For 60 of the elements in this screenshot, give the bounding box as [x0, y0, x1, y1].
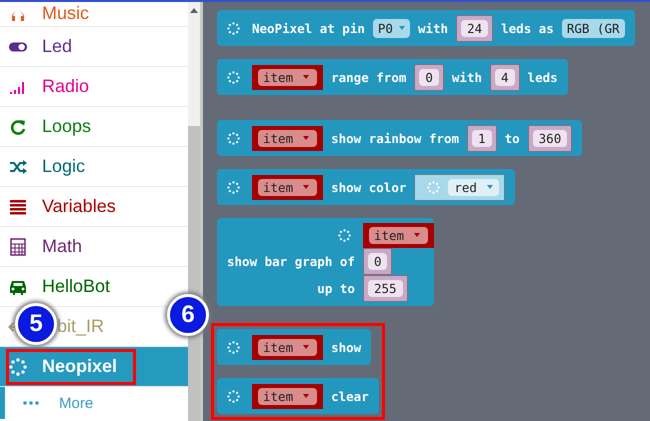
block-label: range from [331, 70, 406, 84]
scroll-up-icon[interactable] [190, 8, 198, 13]
code-block[interactable]: item show [217, 329, 372, 365]
block-label: leds as [501, 20, 554, 36]
dots-ring-icon [227, 390, 240, 402]
block-label: leds [528, 70, 558, 84]
block-label: with [452, 70, 482, 84]
variable-dropdown[interactable]: item [258, 68, 318, 86]
block-label: show bar graph of [227, 254, 355, 269]
block-label: show [331, 340, 362, 354]
mode-dropdown[interactable]: RGB (GR [562, 18, 624, 38]
number-input[interactable]: 255 [368, 280, 403, 297]
list-icon [8, 198, 28, 216]
refresh-icon [8, 118, 28, 136]
code-block[interactable]: NeoPixel at pin P0 with 24 leds as RGB (GR [217, 10, 634, 46]
block-label: NeoPixel at pin [252, 20, 365, 36]
dots-ring-icon [227, 22, 240, 34]
block-label: show rainbow from [331, 130, 460, 146]
dots-ring-icon [427, 180, 440, 194]
number-input[interactable]: 0 [368, 253, 388, 270]
caret-icon [303, 136, 310, 140]
pin-dropdown[interactable]: P0 [372, 18, 410, 38]
code-block[interactable]: item show bar graph of 0 up to 255 [217, 218, 434, 306]
dots-ring-icon [8, 358, 28, 376]
variable-dropdown[interactable]: item [258, 338, 318, 356]
block-label: to [504, 130, 520, 146]
calculator-icon [8, 238, 28, 256]
caret-icon [398, 26, 405, 30]
caret-icon [486, 185, 493, 189]
number-input[interactable]: 24 [461, 20, 488, 36]
code-block[interactable]: item show rainbow from 1 to 360 [217, 120, 582, 156]
shuffle-icon [8, 158, 28, 176]
arrow-icon [8, 322, 15, 332]
dots-ring-icon [338, 228, 351, 242]
dots-ring-icon [227, 340, 240, 354]
variable-dropdown[interactable]: item [258, 178, 318, 196]
block-label: show color [331, 180, 406, 194]
block-label: with [418, 20, 448, 36]
ellipsis-icon [23, 401, 39, 405]
number-input[interactable]: 0 [419, 68, 439, 86]
number-input[interactable]: 4 [495, 68, 515, 86]
caret-icon [303, 345, 310, 349]
number-input[interactable]: 360 [532, 130, 568, 146]
dots-ring-icon [227, 132, 240, 144]
block-label: up to [317, 281, 355, 296]
caret-icon [303, 75, 310, 79]
dots-ring-icon [227, 70, 240, 84]
number-input[interactable]: 1 [472, 130, 492, 146]
code-block[interactable]: item range from 0 with 4 leds [217, 59, 568, 95]
dots-ring-icon [227, 180, 240, 194]
caret-icon [414, 233, 420, 237]
variable-dropdown[interactable]: item [258, 388, 318, 404]
code-block[interactable]: item show color red [217, 169, 515, 205]
caret-icon [303, 185, 310, 189]
caret-icon [303, 394, 310, 398]
variable-dropdown[interactable]: item [258, 130, 318, 146]
block-label: clear [331, 388, 369, 404]
variable-dropdown[interactable]: item [368, 226, 428, 244]
color-dropdown[interactable]: red [448, 178, 499, 196]
code-block[interactable]: item clear [217, 378, 379, 414]
